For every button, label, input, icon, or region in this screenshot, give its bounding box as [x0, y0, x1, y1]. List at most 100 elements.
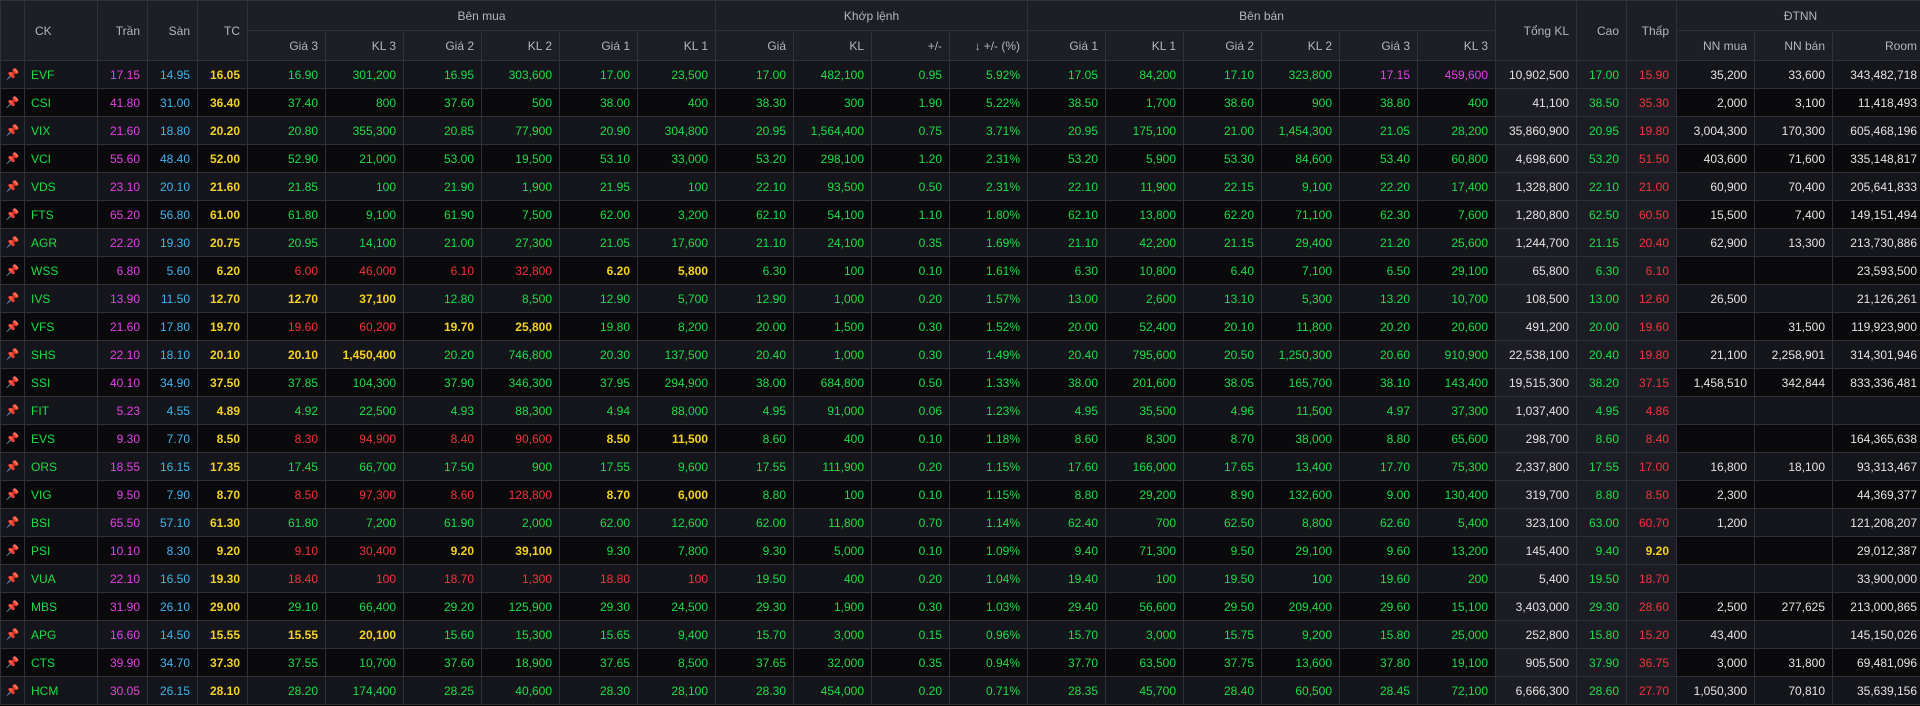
col-symbol-header[interactable]: CK: [24, 0, 98, 61]
pin-cell[interactable]: 📌: [0, 536, 25, 565]
stock-row[interactable]: 📌 CSI 41.80 31.00 36.40 37.40 800 37.60 500 38.00…: [0, 88, 1920, 117]
col-bid-vol-1-header[interactable]: KL 1: [636, 30, 717, 61]
pin-cell[interactable]: 📌: [0, 60, 25, 89]
pin-icon[interactable]: 📌: [6, 153, 20, 165]
symbol-cell[interactable]: VDS: [24, 172, 98, 201]
pin-cell[interactable]: 📌: [0, 144, 25, 173]
symbol-cell[interactable]: SHS: [24, 340, 98, 369]
stock-row[interactable]: 📌 WSS 6.80 5.60 6.20 6.00 46,000 6.10 32,800 6.20…: [0, 256, 1920, 285]
pin-cell[interactable]: 📌: [0, 340, 25, 369]
pin-icon[interactable]: 📌: [6, 433, 20, 445]
symbol-cell[interactable]: VIX: [24, 116, 98, 145]
stock-row[interactable]: 📌 MBS 31.90 26.10 29.00 29.10 66,400 29.20 125,9…: [0, 592, 1920, 621]
stock-row[interactable]: 📌 HCM 30.05 26.15 28.10 28.20 174,400 28.25 40,6…: [0, 676, 1920, 705]
symbol-cell[interactable]: AGR: [24, 228, 98, 257]
pin-cell[interactable]: 📌: [0, 508, 25, 537]
stock-row[interactable]: 📌 CTS 39.90 34.70 37.30 37.55 10,700 37.60 18,90…: [0, 648, 1920, 677]
col-bid-vol-3-header[interactable]: KL 3: [325, 30, 404, 61]
pin-cell[interactable]: 📌: [0, 424, 25, 453]
pin-icon[interactable]: 📌: [6, 517, 20, 529]
pin-cell[interactable]: 📌: [0, 648, 25, 677]
stock-row[interactable]: 📌 VCI 55.60 48.40 52.00 52.90 21,000 53.00 19,50…: [0, 144, 1920, 173]
col-ceiling-header[interactable]: Trần: [97, 0, 148, 61]
pin-icon[interactable]: 📌: [6, 97, 20, 109]
symbol-cell[interactable]: IVS: [24, 284, 98, 313]
col-reference-header[interactable]: TC: [197, 0, 248, 61]
symbol-cell[interactable]: VCI: [24, 144, 98, 173]
symbol-cell[interactable]: FIT: [24, 396, 98, 425]
pin-cell[interactable]: 📌: [0, 676, 25, 705]
pin-cell[interactable]: 📌: [0, 452, 25, 481]
stock-row[interactable]: 📌 APG 16.60 14.50 15.55 15.55 20,100 15.60 15,30…: [0, 620, 1920, 649]
symbol-cell[interactable]: VUA: [24, 564, 98, 593]
stock-row[interactable]: 📌 VIX 21.60 18.80 20.20 20.80 355,300 20.85 77,9…: [0, 116, 1920, 145]
col-ask-vol-1-header[interactable]: KL 1: [1105, 30, 1185, 61]
stock-row[interactable]: 📌 AGR 22.20 19.30 20.75 20.95 14,100 21.00 27,30…: [0, 228, 1920, 257]
col-floor-header[interactable]: Sàn: [147, 0, 198, 61]
stock-row[interactable]: 📌 ORS 18.55 16.15 17.35 17.45 66,700 17.50 900 17…: [0, 452, 1920, 481]
pin-cell[interactable]: 📌: [0, 396, 25, 425]
pin-icon[interactable]: 📌: [6, 685, 20, 697]
col-high-header[interactable]: Cao: [1576, 0, 1628, 61]
symbol-cell[interactable]: BSI: [24, 508, 98, 537]
col-match-price-header[interactable]: Giá: [715, 30, 795, 61]
stock-row[interactable]: 📌 VDS 23.10 20.10 21.60 21.85 100 21.90 1,900 21.…: [0, 172, 1920, 201]
col-ask-vol-3-header[interactable]: KL 3: [1417, 30, 1497, 61]
col-bid-price-2-header[interactable]: Giá 2: [403, 30, 482, 61]
stock-row[interactable]: 📌 VFS 21.60 17.80 19.70 19.60 60,200 19.70 25,80…: [0, 312, 1920, 341]
col-foreign-buy-header[interactable]: NN mua: [1676, 30, 1756, 61]
col-change-pct-header[interactable]: ↓ +/- (%): [949, 30, 1029, 61]
stock-row[interactable]: 📌 EVS 9.30 7.70 8.50 8.30 94,900 8.40 90,600 8.50…: [0, 424, 1920, 453]
pin-cell[interactable]: 📌: [0, 564, 25, 593]
pin-icon[interactable]: 📌: [6, 601, 20, 613]
stock-row[interactable]: 📌 PSI 10.10 8.30 9.20 9.10 30,400 9.20 39,100 9.3…: [0, 536, 1920, 565]
pin-icon[interactable]: 📌: [6, 657, 20, 669]
col-match-vol-header[interactable]: KL: [793, 30, 873, 61]
symbol-cell[interactable]: PSI: [24, 536, 98, 565]
pin-cell[interactable]: 📌: [0, 88, 25, 117]
stock-row[interactable]: 📌 BSI 65.50 57.10 61.30 61.80 7,200 61.90 2,000 6…: [0, 508, 1920, 537]
col-ask-vol-2-header[interactable]: KL 2: [1261, 30, 1341, 61]
col-foreign-sell-header[interactable]: NN bán: [1754, 30, 1834, 61]
pin-icon[interactable]: 📌: [6, 545, 20, 557]
pin-cell[interactable]: 📌: [0, 172, 25, 201]
col-low-header[interactable]: Thấp: [1626, 0, 1678, 61]
symbol-cell[interactable]: CSI: [24, 88, 98, 117]
col-bid-price-1-header[interactable]: Giá 1: [559, 30, 638, 61]
pin-icon[interactable]: 📌: [6, 461, 20, 473]
pin-cell[interactable]: 📌: [0, 592, 25, 621]
pin-cell[interactable]: 📌: [0, 480, 25, 509]
col-change-header[interactable]: +/-: [871, 30, 951, 61]
col-foreign-room-header[interactable]: Room: [1832, 30, 1920, 61]
col-ask-price-2-header[interactable]: Giá 2: [1183, 30, 1263, 61]
symbol-cell[interactable]: ORS: [24, 452, 98, 481]
stock-row[interactable]: 📌 FIT 5.23 4.55 4.89 4.92 22,500 4.93 88,300 4.94…: [0, 396, 1920, 425]
pin-icon[interactable]: 📌: [6, 209, 20, 221]
pin-icon[interactable]: 📌: [6, 489, 20, 501]
pin-cell[interactable]: 📌: [0, 228, 25, 257]
symbol-cell[interactable]: VIG: [24, 480, 98, 509]
pin-icon[interactable]: 📌: [6, 573, 20, 585]
pin-cell[interactable]: 📌: [0, 620, 25, 649]
pin-icon[interactable]: 📌: [6, 181, 20, 193]
col-total-volume-header[interactable]: Tổng KL: [1495, 0, 1578, 61]
pin-cell[interactable]: 📌: [0, 116, 25, 145]
stock-row[interactable]: 📌 FTS 65.20 56.80 61.00 61.80 9,100 61.90 7,500 6…: [0, 200, 1920, 229]
stock-row[interactable]: 📌 SSI 40.10 34.90 37.50 37.85 104,300 37.90 346,…: [0, 368, 1920, 397]
pin-cell[interactable]: 📌: [0, 368, 25, 397]
pin-icon[interactable]: 📌: [6, 405, 20, 417]
pin-icon[interactable]: 📌: [6, 125, 20, 137]
symbol-cell[interactable]: SSI: [24, 368, 98, 397]
stock-row[interactable]: 📌 SHS 22.10 18.10 20.10 20.10 1,450,400 20.20 74…: [0, 340, 1920, 369]
symbol-cell[interactable]: VFS: [24, 312, 98, 341]
pin-cell[interactable]: 📌: [0, 200, 25, 229]
col-ask-price-1-header[interactable]: Giá 1: [1027, 30, 1107, 61]
pin-cell[interactable]: 📌: [0, 284, 25, 313]
col-bid-price-3-header[interactable]: Giá 3: [247, 30, 326, 61]
symbol-cell[interactable]: FTS: [24, 200, 98, 229]
col-ask-price-3-header[interactable]: Giá 3: [1339, 30, 1419, 61]
symbol-cell[interactable]: HCM: [24, 676, 98, 705]
stock-row[interactable]: 📌 VUA 22.10 16.50 19.30 18.40 100 18.70 1,300 18.…: [0, 564, 1920, 593]
symbol-cell[interactable]: APG: [24, 620, 98, 649]
stock-row[interactable]: 📌 VIG 9.50 7.90 8.70 8.50 97,300 8.60 128,800 8.7…: [0, 480, 1920, 509]
